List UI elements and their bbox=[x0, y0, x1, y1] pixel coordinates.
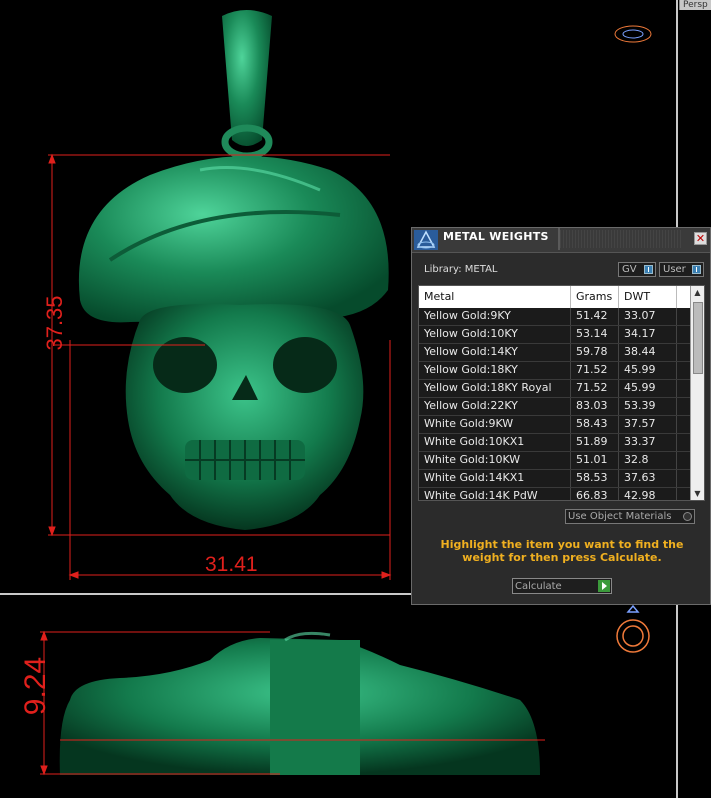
cell-dwt: 45.99 bbox=[619, 362, 677, 379]
cell-dwt: 45.99 bbox=[619, 380, 677, 397]
skull-head bbox=[125, 304, 364, 530]
column-header-dwt[interactable]: DWT bbox=[619, 286, 677, 308]
side-view-model bbox=[59, 631, 540, 775]
radio-icon[interactable] bbox=[683, 512, 692, 521]
ring-icon bbox=[616, 604, 650, 653]
cell-dwt: 34.17 bbox=[619, 326, 677, 343]
table-row[interactable]: White Gold:10KX1 51.89 33.37 bbox=[419, 434, 692, 452]
metal-weights-panel: METAL WEIGHTS ✕ Library: METAL GV User M… bbox=[411, 227, 711, 605]
cell-metal: White Gold:14KX1 bbox=[419, 470, 571, 487]
cell-metal: Yellow Gold:18KY Royal bbox=[419, 380, 571, 397]
cell-metal: Yellow Gold:22KY bbox=[419, 398, 571, 415]
pendant-bail bbox=[221, 10, 273, 160]
cell-metal: White Gold:14K PdW bbox=[419, 488, 571, 500]
cell-dwt: 33.07 bbox=[619, 308, 677, 325]
instruction-text: Highlight the item you want to find the … bbox=[440, 538, 684, 564]
table-row[interactable]: White Gold:14KX1 58.53 37.63 bbox=[419, 470, 692, 488]
play-arrow-icon bbox=[598, 580, 610, 592]
gem-icon bbox=[614, 25, 652, 43]
table-row[interactable]: Yellow Gold:10KY 53.14 34.17 bbox=[419, 326, 692, 344]
close-button[interactable]: ✕ bbox=[694, 232, 707, 245]
table-scrollbar[interactable]: ▲ ▼ bbox=[690, 286, 704, 500]
panel-title: METAL WEIGHTS bbox=[443, 230, 549, 243]
library-label: Library: METAL bbox=[424, 264, 498, 275]
scroll-up-icon[interactable]: ▲ bbox=[691, 286, 704, 299]
app-logo-icon bbox=[414, 230, 438, 250]
table-body: Yellow Gold:9KY 51.42 33.07 Yellow Gold:10K… bbox=[419, 308, 692, 500]
cell-grams: 51.01 bbox=[571, 452, 619, 469]
toggle-knob-icon bbox=[644, 265, 653, 274]
skull-beret bbox=[78, 156, 389, 323]
cell-metal: Yellow Gold:9KY bbox=[419, 308, 571, 325]
table-row[interactable]: White Gold:10KW 51.01 32.8 bbox=[419, 452, 692, 470]
table-row[interactable]: Yellow Gold:22KY 83.03 53.39 bbox=[419, 398, 692, 416]
cell-dwt: 37.57 bbox=[619, 416, 677, 433]
cell-grams: 51.42 bbox=[571, 308, 619, 325]
toggle-knob-icon bbox=[692, 265, 701, 274]
table-header: Metal Grams DWT bbox=[419, 286, 692, 308]
table-row[interactable]: White Gold:14K PdW 66.83 42.98 bbox=[419, 488, 692, 500]
dimension-depth-label: 9.24 bbox=[19, 656, 52, 716]
table-row[interactable]: Yellow Gold:9KY 51.42 33.07 bbox=[419, 308, 692, 326]
panel-title-bar[interactable]: METAL WEIGHTS ✕ bbox=[412, 228, 710, 253]
cell-grams: 71.52 bbox=[571, 362, 619, 379]
use-object-materials-option[interactable]: Use Object Materials bbox=[565, 509, 695, 524]
cell-dwt: 37.63 bbox=[619, 470, 677, 487]
cell-grams: 58.53 bbox=[571, 470, 619, 487]
calculate-button[interactable]: Calculate bbox=[512, 578, 612, 594]
scroll-down-icon[interactable]: ▼ bbox=[691, 487, 704, 500]
dimension-width-label: 31.41 bbox=[205, 553, 258, 576]
column-header-grams[interactable]: Grams bbox=[571, 286, 619, 308]
table-row[interactable]: White Gold:9KW 58.43 37.57 bbox=[419, 416, 692, 434]
cell-dwt: 32.8 bbox=[619, 452, 677, 469]
cell-dwt: 38.44 bbox=[619, 344, 677, 361]
table-row[interactable]: Yellow Gold:18KY 71.52 45.99 bbox=[419, 362, 692, 380]
dimension-height-label: 37.35 bbox=[42, 295, 67, 351]
cell-grams: 83.03 bbox=[571, 398, 619, 415]
column-header-metal[interactable]: Metal bbox=[419, 286, 571, 308]
table-row[interactable]: Yellow Gold:14KY 59.78 38.44 bbox=[419, 344, 692, 362]
cell-grams: 66.83 bbox=[571, 488, 619, 500]
cell-metal: White Gold:10KW bbox=[419, 452, 571, 469]
cell-grams: 53.14 bbox=[571, 326, 619, 343]
cell-grams: 58.43 bbox=[571, 416, 619, 433]
cell-metal: Yellow Gold:18KY bbox=[419, 362, 571, 379]
metal-table[interactable]: Metal Grams DWT Yellow Gold:9KY 51.42 33.0… bbox=[418, 285, 705, 501]
cell-dwt: 53.39 bbox=[619, 398, 677, 415]
scroll-thumb[interactable] bbox=[693, 302, 703, 374]
cell-metal: White Gold:10KX1 bbox=[419, 434, 571, 451]
cell-metal: Yellow Gold:14KY bbox=[419, 344, 571, 361]
table-row[interactable]: Yellow Gold:18KY Royal 71.52 45.99 bbox=[419, 380, 692, 398]
viewport-tab-persp[interactable]: Persp bbox=[679, 0, 711, 10]
cell-grams: 51.89 bbox=[571, 434, 619, 451]
cell-grams: 59.78 bbox=[571, 344, 619, 361]
cell-dwt: 33.37 bbox=[619, 434, 677, 451]
cell-metal: White Gold:9KW bbox=[419, 416, 571, 433]
cell-metal: Yellow Gold:10KY bbox=[419, 326, 571, 343]
gv-toggle[interactable]: GV bbox=[618, 262, 656, 277]
cell-grams: 71.52 bbox=[571, 380, 619, 397]
user-toggle[interactable]: User bbox=[659, 262, 704, 277]
cell-dwt: 42.98 bbox=[619, 488, 677, 500]
